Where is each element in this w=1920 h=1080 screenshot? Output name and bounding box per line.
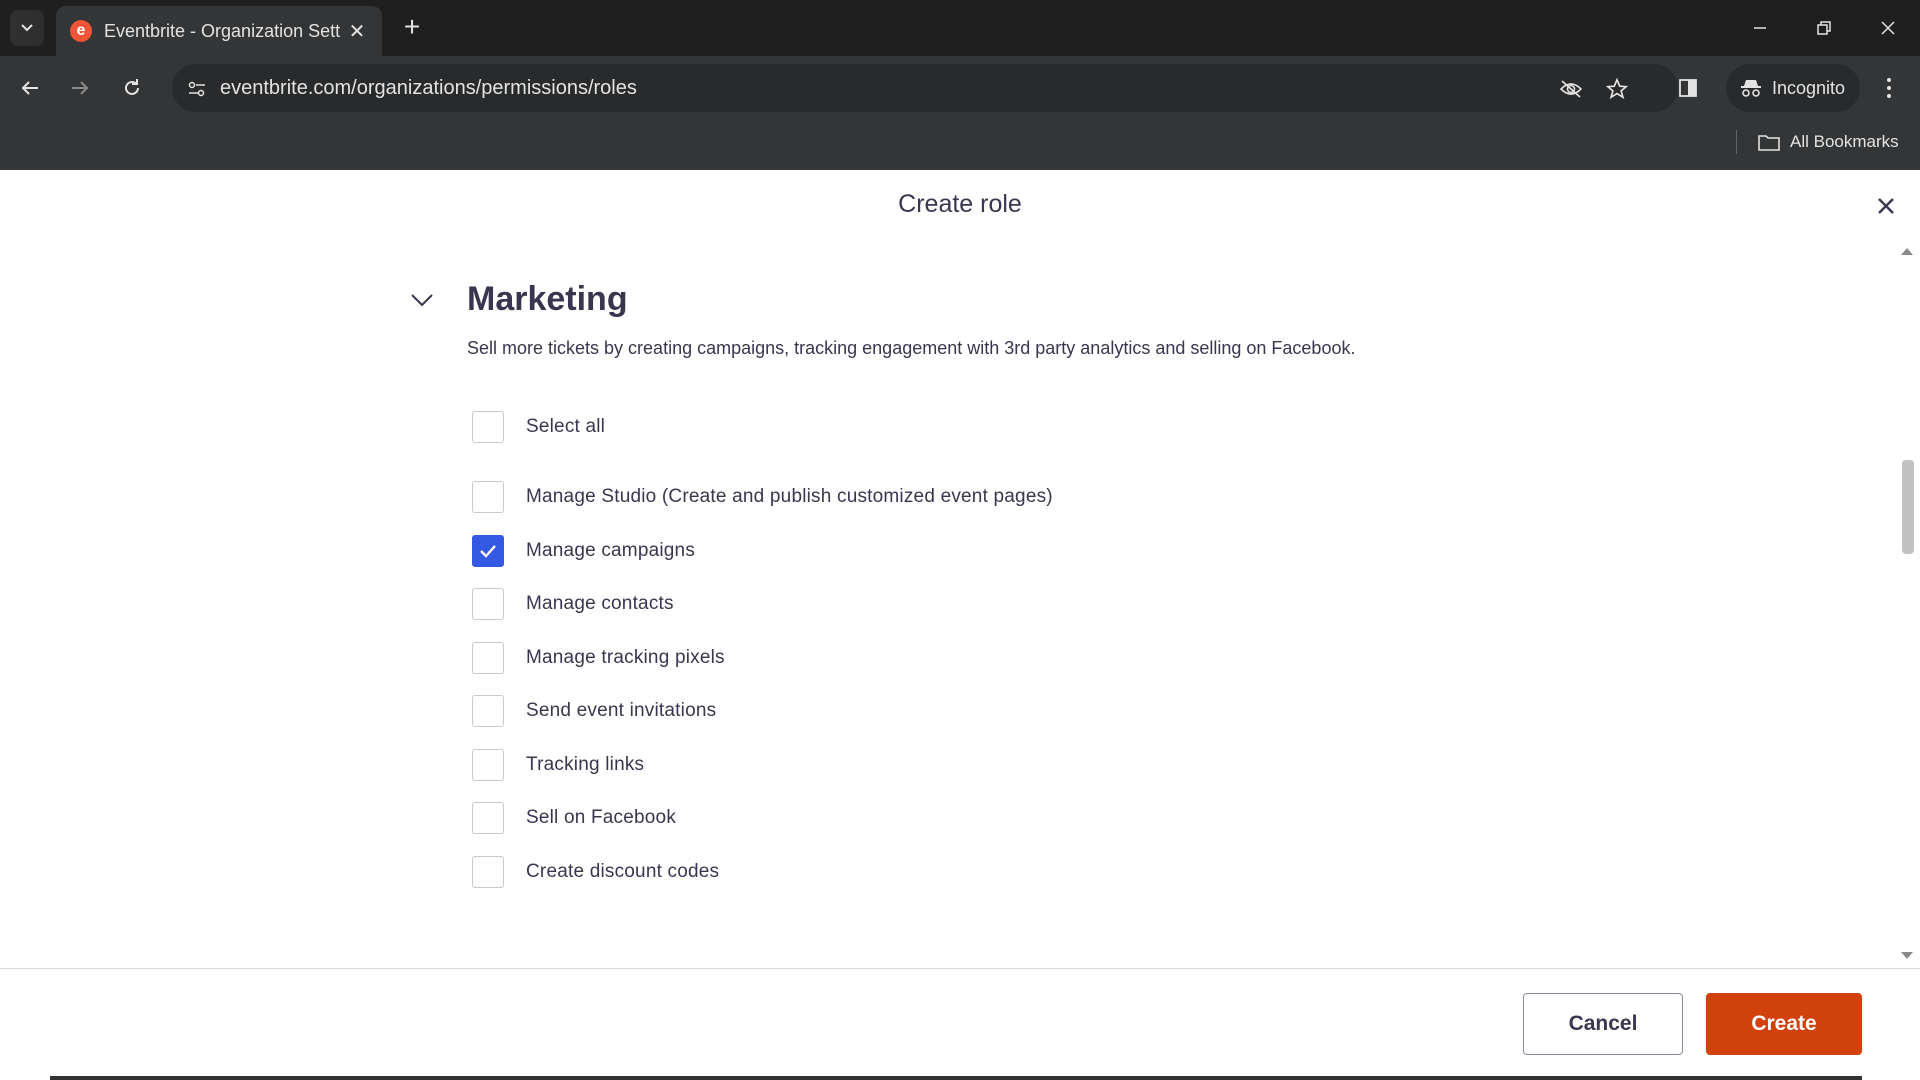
bottom-edge-line <box>50 1076 1862 1080</box>
permission-checkbox[interactable] <box>472 856 504 888</box>
eye-off-icon[interactable] <box>1558 76 1584 102</box>
modal-footer: Cancel Create <box>0 968 1920 1080</box>
browser-tabstrip: e Eventbrite - Organization Settin ✕ + <box>0 0 1920 56</box>
all-bookmarks-label: All Bookmarks <box>1790 132 1899 151</box>
select-all-label: Select all <box>526 416 606 437</box>
close-icon <box>1881 21 1895 35</box>
permission-checkbox[interactable] <box>472 802 504 834</box>
bookmarks-bar: All Bookmarks <box>0 118 1920 170</box>
permission-label: Manage campaigns <box>526 540 696 561</box>
modal-content: Marketing Sell more tickets by creating … <box>0 240 1896 968</box>
new-tab-button[interactable]: + <box>396 12 428 44</box>
permission-row[interactable]: Sell on Facebook <box>472 802 676 834</box>
cancel-button[interactable]: Cancel <box>1523 993 1683 1055</box>
permission-checkbox[interactable] <box>472 588 504 620</box>
incognito-label: Incognito <box>1772 77 1846 98</box>
permission-checkbox[interactable] <box>472 642 504 674</box>
arrow-left-icon <box>21 81 38 95</box>
url-text[interactable]: eventbrite.com/organizations/permissions… <box>220 77 637 100</box>
eventbrite-favicon-icon: e <box>70 20 92 42</box>
permission-row[interactable]: Manage contacts <box>472 588 674 620</box>
browser-toolbar: eventbrite.com/organizations/permissions… <box>0 56 1920 118</box>
select-all-checkbox[interactable] <box>472 411 504 443</box>
browser-tab[interactable]: e Eventbrite - Organization Settin ✕ <box>56 6 382 56</box>
forward-button[interactable] <box>60 68 100 108</box>
reload-button[interactable] <box>112 68 152 108</box>
permission-checkbox[interactable] <box>472 481 504 513</box>
more-vert-icon <box>1887 78 1891 98</box>
modal-close-button[interactable] <box>1872 192 1900 220</box>
create-button[interactable]: Create <box>1706 993 1862 1055</box>
star-icon[interactable] <box>1604 76 1630 102</box>
permission-label: Send event invitations <box>526 700 717 721</box>
tab-close-icon[interactable]: ✕ <box>346 19 368 44</box>
address-bar[interactable]: eventbrite.com/organizations/permissions… <box>172 64 1678 112</box>
scrollbar[interactable] <box>1896 240 1920 968</box>
permission-label: Manage tracking pixels <box>526 647 725 668</box>
restore-button[interactable] <box>1804 10 1844 46</box>
folder-icon <box>1758 135 1780 151</box>
minimize-button[interactable] <box>1740 10 1780 46</box>
incognito-indicator[interactable]: Incognito <box>1726 64 1860 112</box>
back-button[interactable] <box>10 68 50 108</box>
section-title: Marketing <box>467 280 628 318</box>
permission-label: Manage Studio (Create and publish custom… <box>526 486 1053 507</box>
permission-checkbox[interactable] <box>472 535 504 567</box>
arrow-right-icon <box>72 81 89 95</box>
modal-header: Create role <box>0 170 1920 240</box>
restore-icon <box>1817 21 1831 35</box>
permission-checkbox[interactable] <box>472 749 504 781</box>
tab-search-button[interactable] <box>10 10 44 46</box>
permission-label: Tracking links <box>526 754 645 775</box>
side-panel-icon <box>1679 79 1697 97</box>
permission-row[interactable]: Create discount codes <box>472 856 719 888</box>
close-icon <box>1878 198 1894 214</box>
reload-icon <box>125 79 139 95</box>
permission-row[interactable]: Manage tracking pixels <box>472 642 725 674</box>
permission-row[interactable]: Tracking links <box>472 749 644 781</box>
permission-row[interactable]: Manage Studio (Create and publish custom… <box>472 481 1053 513</box>
permission-label: Create discount codes <box>526 861 720 882</box>
scroll-thumb[interactable] <box>1902 460 1914 554</box>
checkmark-icon <box>480 545 496 558</box>
section-description: Sell more tickets by creating campaigns,… <box>467 338 1356 358</box>
bookmarks-divider <box>1736 130 1737 154</box>
browser-menu-button[interactable] <box>1874 68 1904 108</box>
incognito-icon <box>1741 80 1761 97</box>
chevron-down-icon <box>21 24 33 32</box>
close-window-button[interactable] <box>1868 10 1908 46</box>
scroll-down-arrow-icon[interactable] <box>1901 952 1913 959</box>
minimize-icon <box>1754 27 1766 29</box>
collapse-chevron-icon[interactable] <box>408 290 436 310</box>
all-bookmarks-button[interactable]: All Bookmarks <box>1758 128 1899 156</box>
site-settings-icon[interactable] <box>184 76 210 102</box>
permission-label: Manage contacts <box>526 593 674 614</box>
scroll-up-arrow-icon[interactable] <box>1901 248 1913 255</box>
permission-row[interactable]: Send event invitations <box>472 695 716 727</box>
tab-title: Eventbrite - Organization Settin <box>104 20 340 41</box>
permission-checkbox[interactable] <box>472 695 504 727</box>
side-panel-button[interactable] <box>1668 68 1708 108</box>
permission-label: Sell on Facebook <box>526 807 677 828</box>
permission-row[interactable]: Manage campaigns <box>472 535 695 567</box>
select-all-row[interactable]: Select all <box>472 411 605 443</box>
modal-title: Create role <box>898 190 1022 218</box>
